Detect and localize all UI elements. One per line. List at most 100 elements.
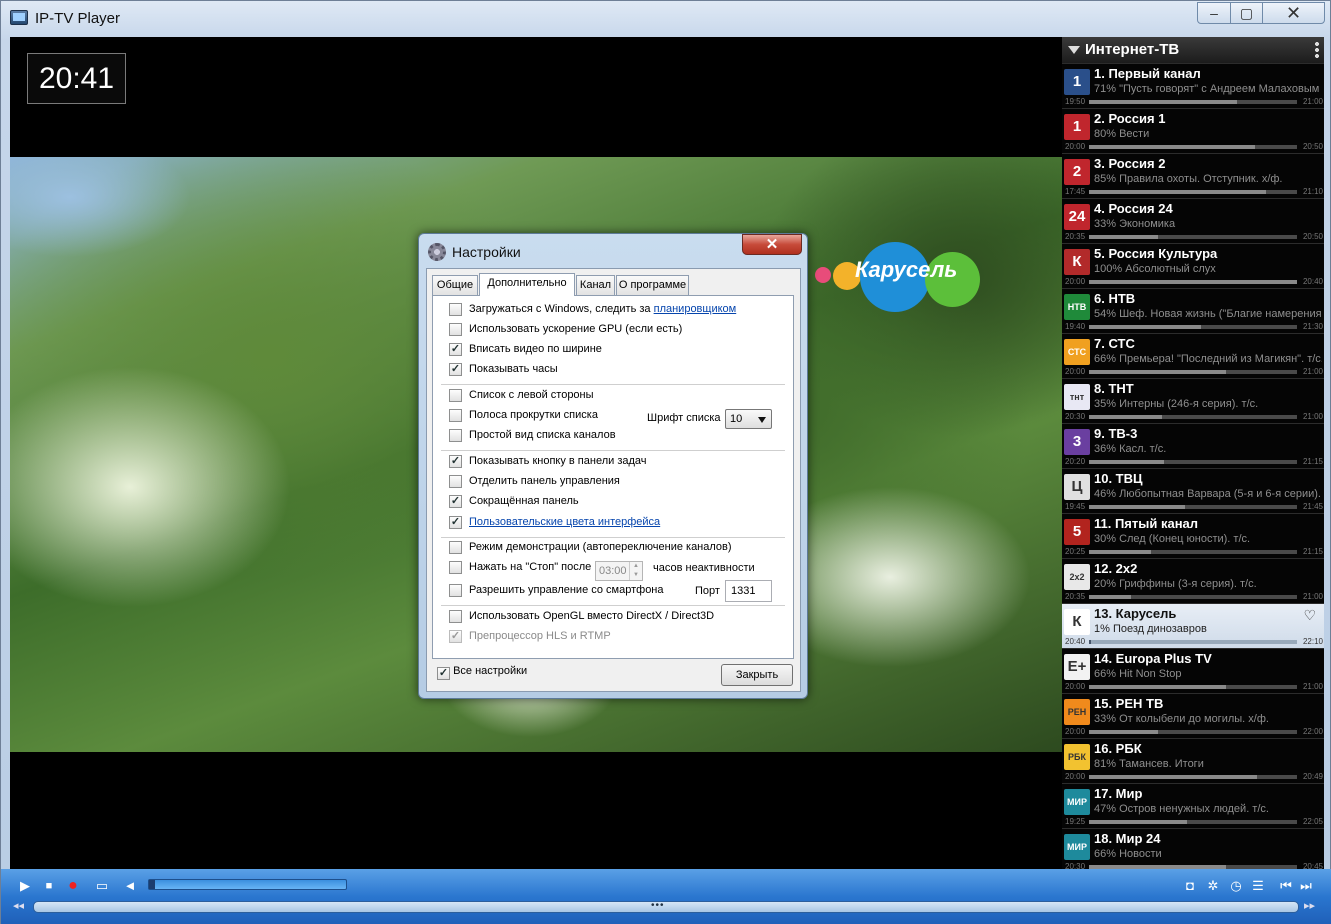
channel-item[interactable]: Ц 10. ТВЦ 46% Любопытная Варвара (5-я и 6-… xyxy=(1062,468,1324,513)
checkbox[interactable] xyxy=(449,323,462,336)
camera-icon[interactable]: ◘ xyxy=(1181,877,1199,895)
checkbox[interactable] xyxy=(449,541,462,554)
channel-item[interactable]: 1 2. Россия 1 80% Вести 20:00 20:50 xyxy=(1062,108,1324,153)
seek-right-icon[interactable]: ▸▸ xyxy=(1304,899,1315,912)
checkbox[interactable] xyxy=(449,409,462,422)
channel-program: 33% Экономика xyxy=(1094,218,1176,230)
minimize-button[interactable]: – xyxy=(1197,2,1231,24)
title-bar[interactable]: IP-TV Player – ▢ ✕ xyxy=(1,1,1331,37)
checkbox[interactable] xyxy=(449,584,462,597)
timer-icon[interactable]: ◷ xyxy=(1227,877,1245,895)
dialog-close-action-button[interactable]: Закрыть xyxy=(721,664,793,686)
program-end: 21:00 xyxy=(1302,412,1323,421)
checkbox[interactable] xyxy=(449,429,462,442)
play-icon[interactable]: ▶ xyxy=(16,877,34,895)
tab-general[interactable]: Общие xyxy=(432,275,478,295)
channel-item[interactable]: К 5. Россия Культура 100% Абсолютный слух 2… xyxy=(1062,243,1324,288)
tab-channel[interactable]: Канал xyxy=(576,275,615,295)
channel-list-header[interactable]: Интернет-ТВ xyxy=(1062,37,1324,63)
program-start: 20:25 xyxy=(1065,547,1086,556)
channel-item[interactable]: РБК 16. РБК 81% Тамансев. Итоги 20:00 20:49 xyxy=(1062,738,1324,783)
dialog-body: Общие Дополнительно Канал О программе За… xyxy=(426,268,801,692)
gear-icon[interactable]: ✲ xyxy=(1204,877,1222,895)
channel-item[interactable]: 1 1. Первый канал 71% "Пусть говорят" с Ан… xyxy=(1062,63,1324,108)
tab-about[interactable]: О программе xyxy=(616,275,689,295)
seek-grip[interactable]: ••• xyxy=(651,900,665,911)
progress-fill xyxy=(1089,280,1297,284)
channel-item[interactable]: 5 11. Пятый канал 30% След (Конец юности).… xyxy=(1062,513,1324,558)
volume-slider[interactable] xyxy=(148,879,347,890)
channel-item[interactable]: E+ 14. Europa Plus TV 66% Hit Non Stop 20:0… xyxy=(1062,648,1324,693)
stop-icon[interactable]: ■ xyxy=(40,877,58,895)
channel-list[interactable]: Интернет-ТВ 1 1. Первый канал 71% "Пусть г… xyxy=(1062,37,1324,869)
checkbox[interactable] xyxy=(449,610,462,623)
maximize-button[interactable]: ▢ xyxy=(1230,2,1263,24)
channel-item[interactable]: МИР 17. Мир 47% Остров ненужных людей. т/с… xyxy=(1062,783,1324,828)
channel-item[interactable]: 3 9. ТВ-3 36% Касл. т/с. 20:20 21:15 xyxy=(1062,423,1324,468)
inactivity-hours-input[interactable]: 03:00 ▲ ▼ xyxy=(595,561,643,581)
program-start: 19:45 xyxy=(1065,502,1086,511)
channel-item[interactable]: МИР 18. Мир 24 66% Новости 20:30 20:45 xyxy=(1062,828,1324,869)
channel-logo-icon: 24 xyxy=(1064,204,1090,230)
channel-item[interactable]: тнт 8. ТНТ 35% Интерны (246-я серия). т/с.… xyxy=(1062,378,1324,423)
heart-icon[interactable]: ♡ xyxy=(1303,607,1316,624)
checkbox[interactable] xyxy=(449,389,462,402)
channel-logo-icon: 3 xyxy=(1064,429,1090,455)
channel-item[interactable]: СТС 7. СТС 66% Премьера! "Последний из Маг… xyxy=(1062,333,1324,378)
progress-fill xyxy=(1089,820,1187,824)
channel-item[interactable]: 2x2 12. 2x2 20% Гриффины (3-я серия). т/с.… xyxy=(1062,558,1324,603)
checkbox-checked[interactable]: ✓ xyxy=(449,363,462,376)
channel-program: 66% Hit Non Stop xyxy=(1094,668,1182,680)
channel-item[interactable]: К 13. Карусель 1% Поезд динозавров 20:40 22:… xyxy=(1062,603,1324,648)
progress-fill xyxy=(1089,730,1158,734)
progress-fill xyxy=(1089,415,1162,419)
volume-icon[interactable]: ◄ xyxy=(121,877,139,895)
checkbox[interactable] xyxy=(449,561,462,574)
list-icon[interactable]: ☰ xyxy=(1249,877,1267,895)
checkbox-checked[interactable]: ✓ xyxy=(449,516,462,529)
next-icon[interactable]: ⏭ xyxy=(1297,877,1315,895)
checkbox-checked[interactable]: ✓ xyxy=(449,343,462,356)
seek-bar[interactable]: ••• xyxy=(33,900,1299,913)
checkbox[interactable] xyxy=(449,303,462,316)
program-start: 19:50 xyxy=(1065,97,1086,106)
seek-left-icon[interactable]: ◂◂ xyxy=(13,899,24,912)
program-end: 20:49 xyxy=(1302,772,1323,781)
folder-icon[interactable]: ▭ xyxy=(93,877,111,895)
record-icon[interactable]: ● xyxy=(64,877,82,895)
tab-advanced[interactable]: Дополнительно xyxy=(479,273,575,296)
collapse-triangle-icon[interactable] xyxy=(1068,46,1080,54)
separator xyxy=(441,384,785,385)
scheduler-link[interactable]: планировщиком xyxy=(654,303,737,315)
font-size-select[interactable]: 10 xyxy=(725,409,772,429)
custom-colors-link[interactable]: Пользовательские цвета интерфейса xyxy=(469,516,660,528)
all-settings-option[interactable]: ✓ Все настройки xyxy=(437,665,527,680)
channel-item[interactable]: РЕН 15. РЕН ТВ 33% От колыбели до могилы. … xyxy=(1062,693,1324,738)
program-progress xyxy=(1089,145,1297,149)
channel-program: 80% Вести xyxy=(1094,128,1150,140)
port-input[interactable]: 1331 xyxy=(725,580,772,602)
prev-icon[interactable]: ⏮ xyxy=(1277,877,1295,895)
channel-item[interactable]: 24 4. Россия 24 33% Экономика 20:35 20:50 xyxy=(1062,198,1324,243)
close-button[interactable]: ✕ xyxy=(1262,2,1325,24)
channel-logo-icon: РЕН xyxy=(1064,699,1090,725)
checkbox-checked[interactable]: ✓ xyxy=(449,455,462,468)
channel-item[interactable]: НТВ 6. НТВ 54% Шеф. Новая жизнь ("Благие н… xyxy=(1062,288,1324,333)
checkbox-checked[interactable]: ✓ xyxy=(449,495,462,508)
channel-logo-icon: 1 xyxy=(1064,69,1090,95)
menu-dots-icon[interactable] xyxy=(1315,41,1319,59)
progress-fill xyxy=(1089,685,1227,689)
channel-item[interactable]: 2 3. Россия 2 85% Правила охоты. Отступник… xyxy=(1062,153,1324,198)
checkbox[interactable] xyxy=(449,475,462,488)
channel-program: 46% Любопытная Варвара (5-я и 6-я серии)… xyxy=(1094,488,1322,500)
checkbox-checked[interactable]: ✓ xyxy=(437,667,450,680)
program-end: 21:00 xyxy=(1302,97,1323,106)
spinner-arrows-icon[interactable]: ▲ ▼ xyxy=(629,562,642,580)
channel-logo-icon: СТС xyxy=(1064,339,1090,365)
dialog-close-button[interactable]: ✕ xyxy=(742,234,802,255)
program-progress xyxy=(1089,550,1297,554)
channel-logo-icon: тнт xyxy=(1064,384,1090,410)
channel-program: 47% Остров ненужных людей. т/с. xyxy=(1094,803,1269,815)
separator xyxy=(441,537,785,538)
program-start: 20:35 xyxy=(1065,232,1086,241)
